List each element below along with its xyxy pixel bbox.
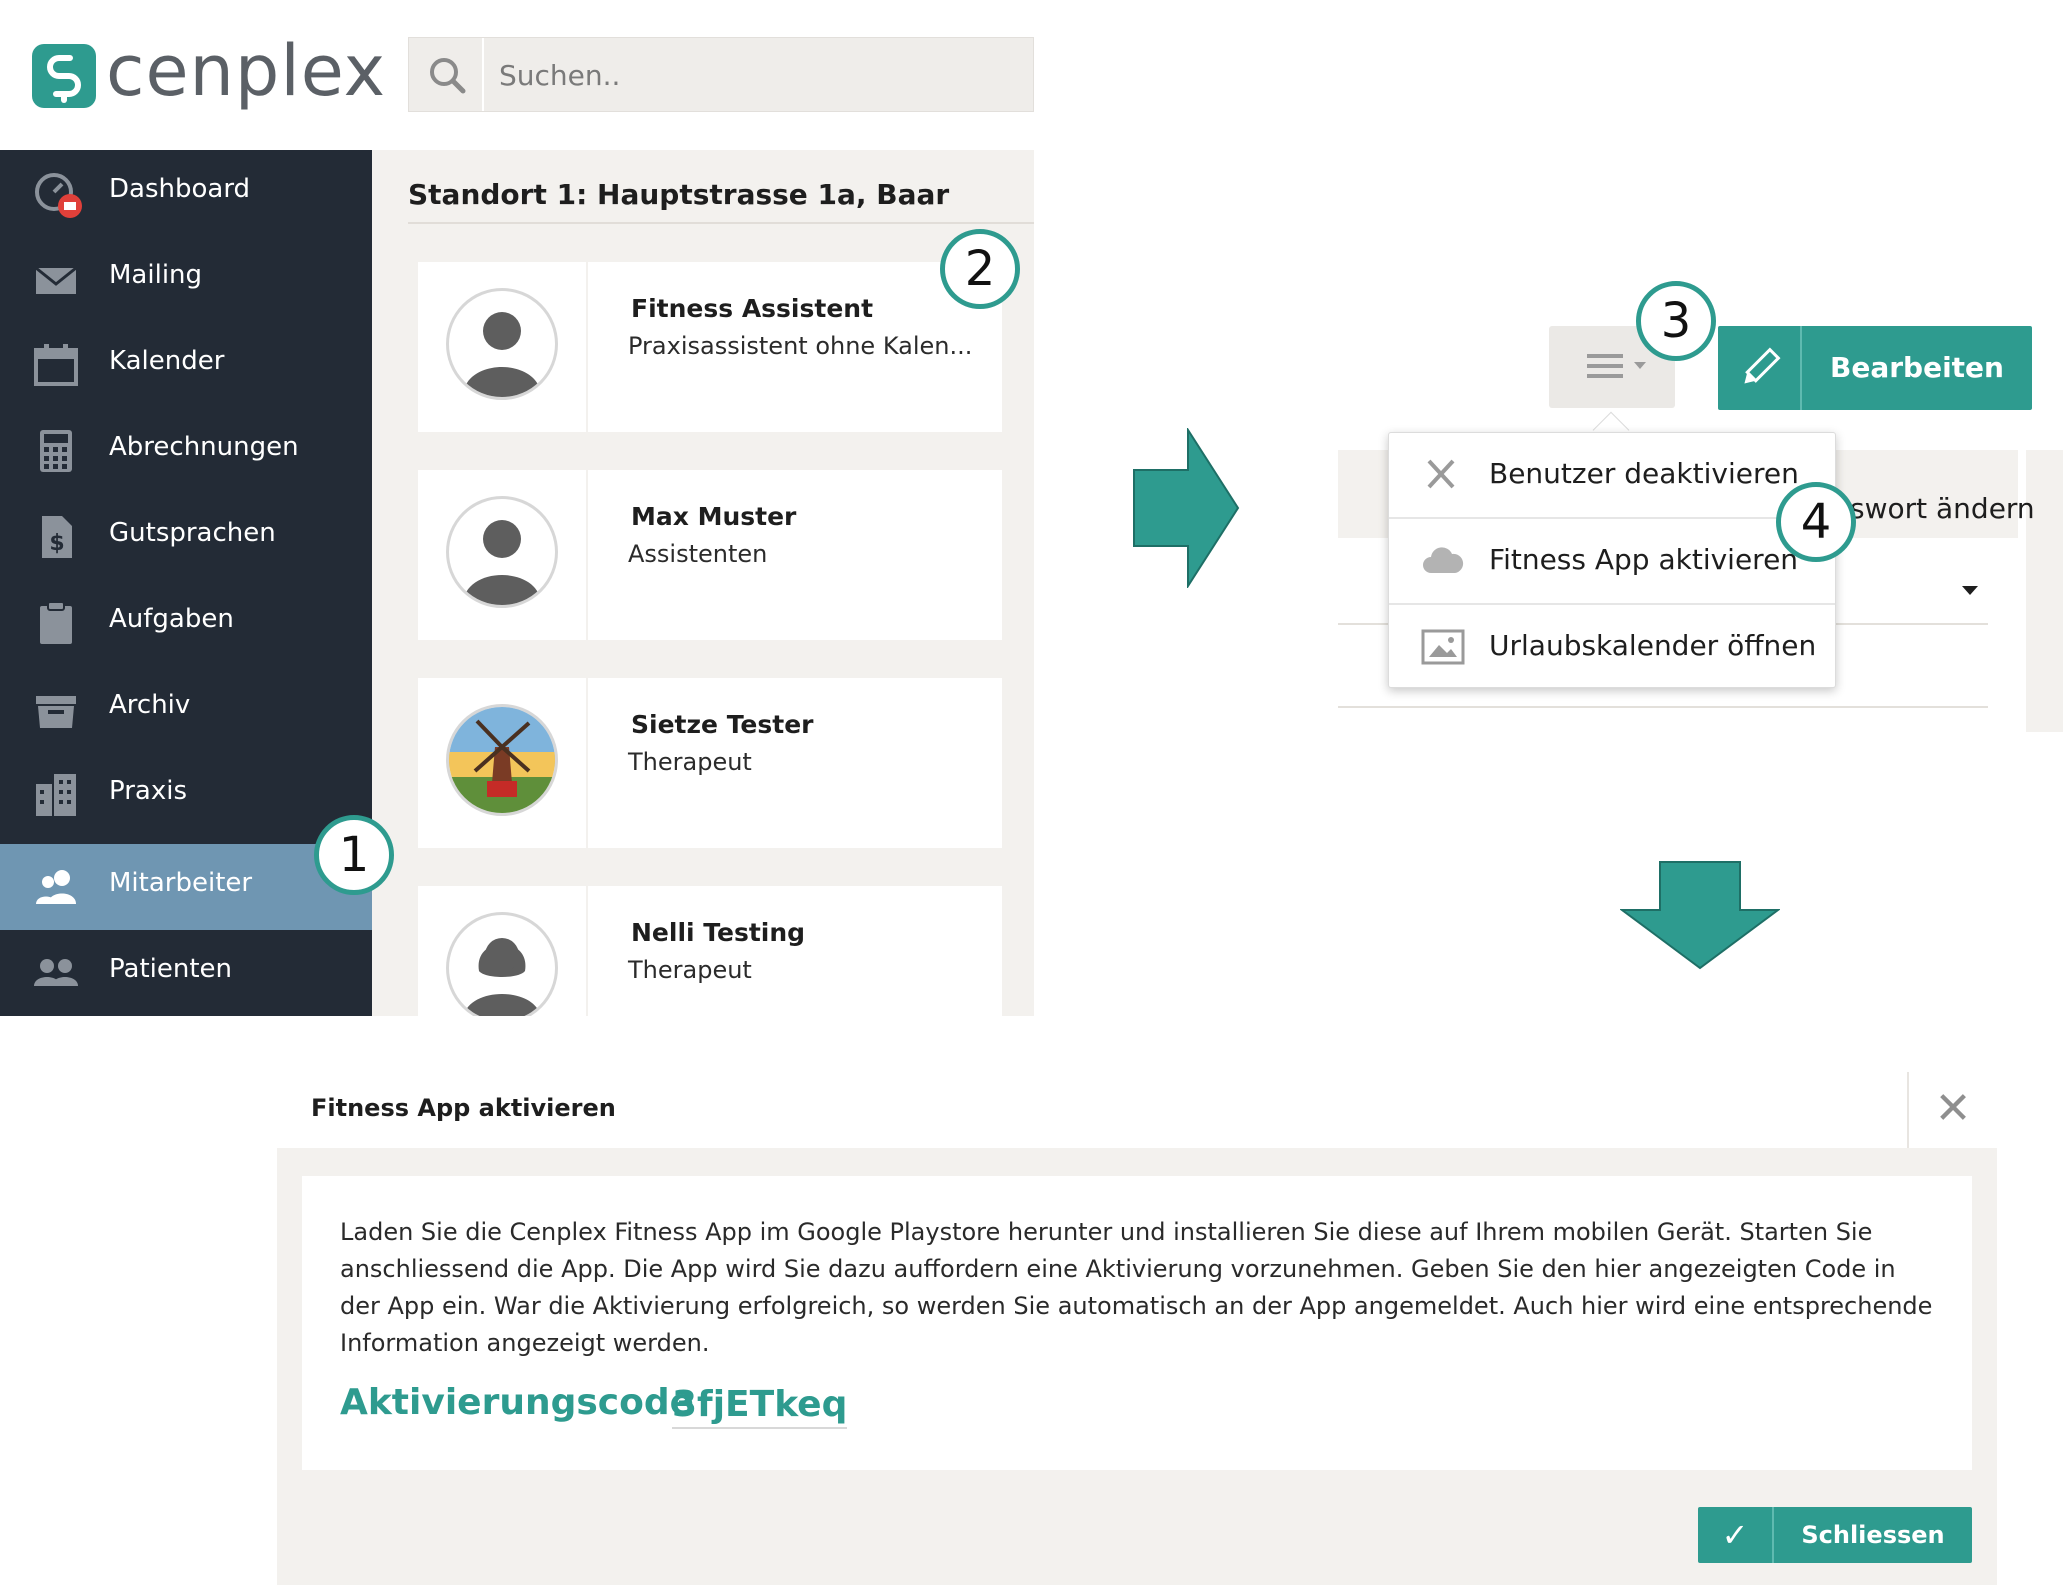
search-input[interactable] <box>499 50 1019 100</box>
divider <box>586 678 588 848</box>
step-marker-2: 2 <box>940 229 1020 309</box>
search-bar <box>408 37 1034 112</box>
archive-icon <box>34 688 78 730</box>
more-menu-dropdown: Benutzer deaktivieren Fitness App aktivi… <box>1388 432 1836 688</box>
edit-button-label: Bearbeiten <box>1830 351 2004 384</box>
staff-card[interactable]: Nelli Testing Therapeut <box>418 886 1002 1016</box>
step-marker-3: 3 <box>1636 281 1716 361</box>
change-password-link[interactable]: swort ändern <box>1850 492 2035 525</box>
caret-down-icon[interactable] <box>1962 586 1978 595</box>
close-button-label: Schliessen <box>1801 1521 1945 1549</box>
building-icon <box>34 774 78 816</box>
staff-role: Assistenten <box>628 540 768 568</box>
calendar-icon <box>34 344 78 386</box>
menu-item-label: Urlaubskalender öffnen <box>1489 629 1817 662</box>
staff-card[interactable]: Fitness Assistent Praxisassistent ohne K… <box>418 262 1002 432</box>
close-modal-button[interactable]: ✓ Schliessen <box>1698 1507 1972 1563</box>
divider <box>1907 1072 1909 1150</box>
location-title: Standort 1: Hauptstrasse 1a, Baar <box>408 178 950 211</box>
sidebar-item-label: Gutsprachen <box>109 518 276 548</box>
staff-name: Fitness Assistent <box>631 294 874 323</box>
staff-role: Therapeut <box>628 748 752 776</box>
divider <box>408 222 1034 224</box>
male-silhouette-icon <box>446 496 558 608</box>
x-icon <box>1421 457 1461 493</box>
edit-button[interactable]: Bearbeiten <box>1718 326 2032 410</box>
sidebar-item-aufgaben[interactable]: Aufgaben <box>0 580 372 666</box>
staff-role: Therapeut <box>628 956 752 984</box>
money-document-icon: $ <box>34 516 78 558</box>
step-marker-4: 4 <box>1776 482 1856 562</box>
close-icon[interactable]: ✕ <box>1930 1086 1976 1132</box>
mail-icon <box>34 258 78 300</box>
staff-name: Sietze Tester <box>631 710 814 739</box>
sidebar-item-label: Mailing <box>109 260 203 290</box>
brand-name: cenplex <box>106 30 387 112</box>
divider <box>586 262 588 432</box>
sidebar-item-label: Kalender <box>109 346 225 376</box>
sidebar-item-archiv[interactable]: Archiv <box>0 666 372 752</box>
image-icon <box>1421 629 1465 665</box>
step-marker-1: 1 <box>314 815 394 895</box>
sidebar-item-abrechnungen[interactable]: Abrechnungen <box>0 408 372 494</box>
windmill-photo <box>446 704 558 816</box>
sidebar-item-kalender[interactable]: Kalender <box>0 322 372 408</box>
sidebar-item-patienten[interactable]: Patienten <box>0 930 372 1016</box>
checkmark-icon: ✓ <box>1698 1507 1774 1563</box>
sidebar-item-label: Archiv <box>109 690 191 720</box>
divider <box>1338 706 1988 708</box>
staff-name: Max Muster <box>631 502 797 531</box>
activation-code-value: 3fjETkeq <box>672 1384 848 1429</box>
activation-code-label: Aktivierungscode <box>340 1382 695 1423</box>
cloud-icon <box>1421 543 1464 579</box>
male-silhouette-icon <box>446 288 558 400</box>
calculator-icon <box>34 430 78 472</box>
modal-content-card: Laden Sie die Cenplex Fitness App im Goo… <box>302 1176 1972 1470</box>
menu-item-deactivate-user[interactable]: Benutzer deaktivieren <box>1389 433 1835 517</box>
menu-item-label: Fitness App aktivieren <box>1489 543 1799 576</box>
sidebar-item-label: Patienten <box>109 954 233 984</box>
sidebar-item-label: Mitarbeiter <box>109 868 253 898</box>
staff-role: Praxisassistent ohne Kalen... <box>628 332 973 360</box>
staff-icon <box>34 866 78 908</box>
sidebar: Dashboard Mailing Kalender Abrechnungen … <box>0 150 372 1016</box>
pencil-icon <box>1718 326 1802 410</box>
modal-instructions: Laden Sie die Cenplex Fitness App im Goo… <box>340 1218 1933 1357</box>
sidebar-item-label: Aufgaben <box>109 604 234 634</box>
patients-icon <box>34 952 78 994</box>
staff-card[interactable]: Sietze Tester Therapeut <box>418 678 1002 848</box>
sidebar-item-dashboard[interactable]: Dashboard <box>0 150 372 236</box>
sidebar-item-mailing[interactable]: Mailing <box>0 236 372 322</box>
svg-text:$: $ <box>49 531 64 556</box>
arrow-right-icon <box>1133 428 1240 588</box>
sidebar-item-label: Dashboard <box>109 174 251 204</box>
dashboard-icon <box>34 172 82 218</box>
menu-item-activate-fitness-app[interactable]: Fitness App aktivieren <box>1389 519 1835 603</box>
divider <box>586 886 588 1016</box>
divider <box>586 470 588 640</box>
female-silhouette-icon <box>446 912 558 1016</box>
sidebar-item-label: Abrechnungen <box>109 432 299 462</box>
cenplex-logo-icon <box>32 44 96 108</box>
sidebar-item-label: Praxis <box>109 776 187 806</box>
menu-item-open-vacation-calendar[interactable]: Urlaubskalender öffnen <box>1389 605 1835 689</box>
staff-card[interactable]: Max Muster Assistenten <box>418 470 1002 640</box>
arrow-down-icon <box>1620 861 1780 970</box>
modal-title: Fitness App aktivieren <box>311 1094 616 1122</box>
sidebar-item-praxis[interactable]: Praxis <box>0 752 372 838</box>
sidebar-item-gutsprachen[interactable]: $ Gutsprachen <box>0 494 372 580</box>
clipboard-icon <box>34 601 78 644</box>
search-icon[interactable] <box>409 38 484 111</box>
menu-item-label: Benutzer deaktivieren <box>1489 457 1799 490</box>
staff-name: Nelli Testing <box>631 918 806 947</box>
